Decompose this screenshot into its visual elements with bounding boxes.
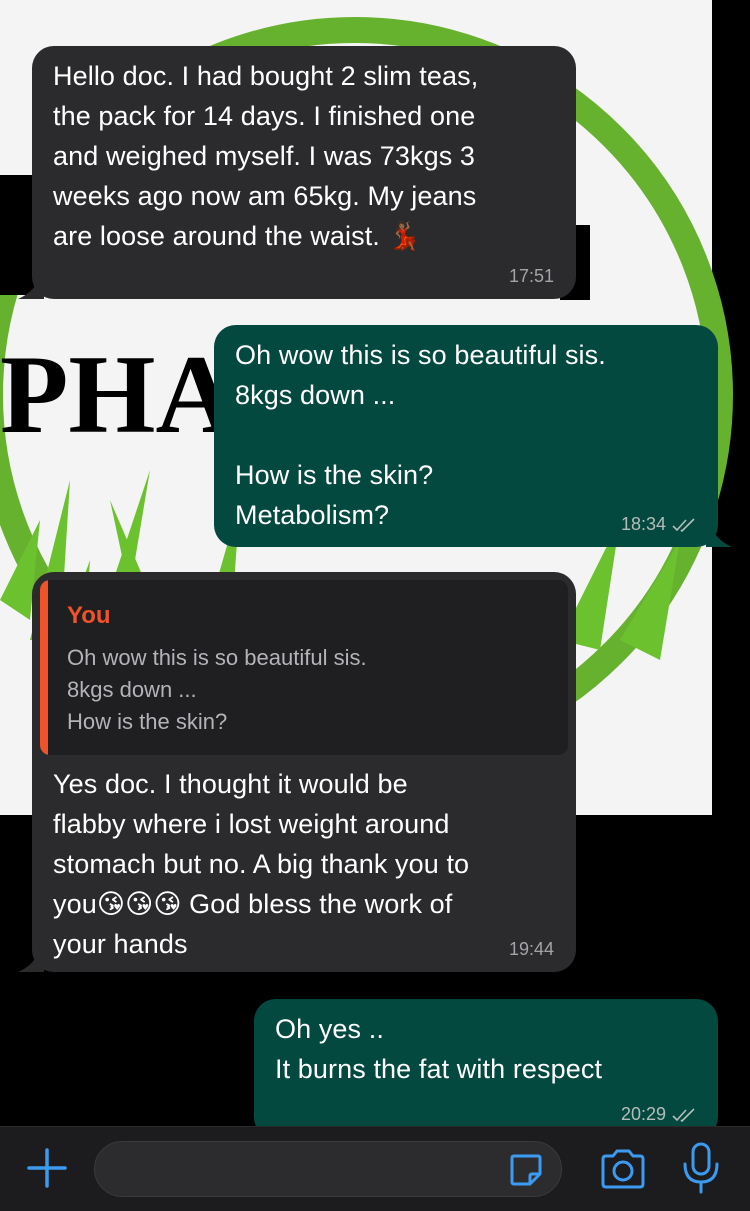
read-receipt-icon (672, 1107, 695, 1122)
bubble-tail (706, 529, 732, 547)
message-meta: 17:51 (509, 266, 554, 287)
message-bubble-incoming[interactable]: Hello doc. I had bought 2 slim teas, the… (18, 46, 576, 299)
message-time: 17:51 (508, 266, 554, 286)
message-meta: 18:34 (621, 514, 696, 535)
message-text: Yes doc. I thought it would be flabby wh… (53, 769, 470, 959)
quote-text: Oh wow this is so beautiful sis. 8kgs do… (67, 645, 367, 734)
camera-icon (601, 1149, 645, 1189)
attach-button[interactable] (24, 1145, 70, 1191)
message-text: Oh wow this is so beautiful sis. 8kgs do… (235, 340, 606, 530)
message-time: 20:29 (620, 1104, 666, 1124)
bubble-tail (18, 281, 44, 299)
message-input-field[interactable] (94, 1141, 562, 1197)
message-bubble-outgoing[interactable]: Oh yes .. It burns the fat with respect … (254, 999, 718, 1139)
bubble-tail (18, 954, 44, 972)
quoted-reply[interactable]: You Oh wow this is so beautiful sis. 8kg… (40, 580, 568, 755)
sticker-button[interactable] (507, 1151, 545, 1189)
message-text: Hello doc. I had bought 2 slim teas, the… (53, 61, 479, 251)
message-time: 19:44 (508, 939, 554, 959)
message-input-bar (0, 1126, 750, 1211)
sticker-icon (510, 1154, 542, 1186)
read-receipt-icon (672, 517, 695, 532)
voice-message-button[interactable] (678, 1141, 724, 1197)
wallpaper-logo-text: PHA (0, 333, 237, 457)
message-input[interactable] (115, 1142, 495, 1196)
message-meta: 19:44 (509, 939, 554, 960)
message-bubble-outgoing[interactable]: Oh wow this is so beautiful sis. 8kgs do… (214, 325, 732, 547)
message-bubble-incoming[interactable]: You Oh wow this is so beautiful sis. 8kg… (18, 572, 576, 972)
plus-icon (27, 1148, 67, 1188)
message-text: Oh yes .. It burns the fat with respect (275, 1014, 603, 1084)
message-meta: 20:29 (621, 1104, 696, 1125)
message-time: 18:34 (620, 514, 666, 534)
microphone-icon (683, 1142, 719, 1194)
quote-accent-bar (40, 580, 48, 755)
camera-button[interactable] (598, 1147, 648, 1191)
quote-author: You (67, 602, 111, 629)
